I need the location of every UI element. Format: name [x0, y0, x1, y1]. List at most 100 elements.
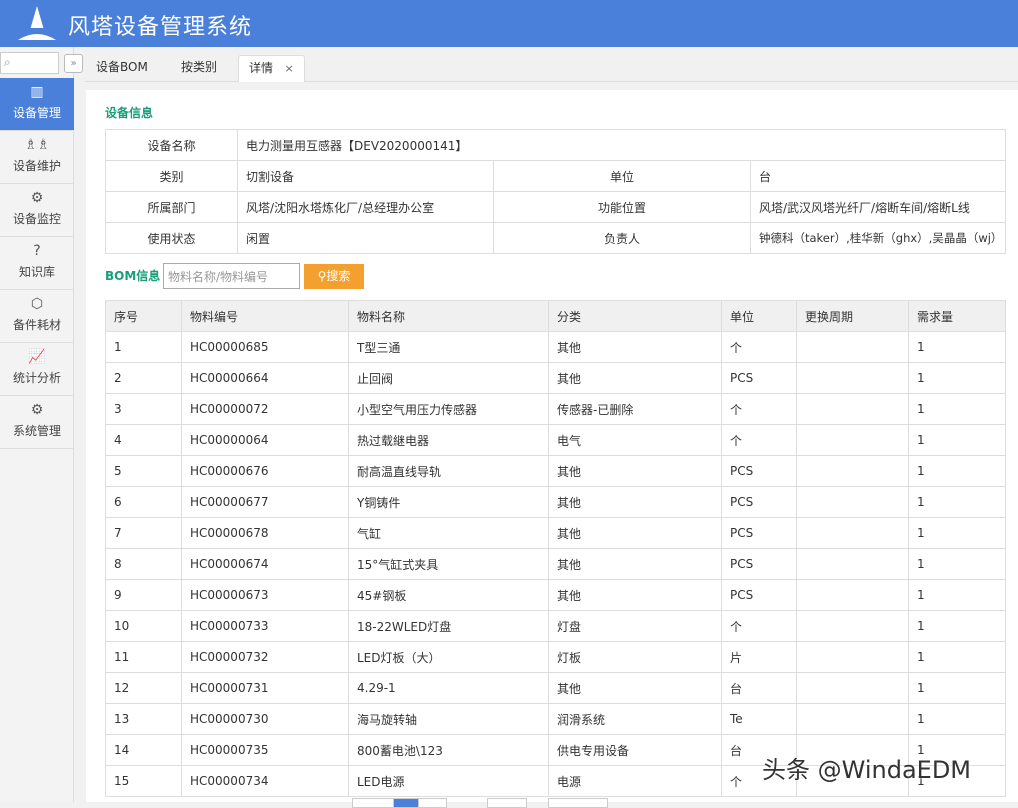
app-title: 风塔设备管理系统: [68, 9, 252, 41]
table-row[interactable]: 9HC0000067345#钢板其他PCS1: [106, 580, 1006, 611]
table-cell: 其他: [549, 549, 722, 580]
table-cell: HC00000064: [182, 425, 349, 456]
collapse-sidebar-button[interactable]: »: [64, 54, 83, 73]
table-cell: 润滑系统: [549, 704, 722, 735]
table-cell: 1: [909, 704, 1006, 735]
table-cell: 供电专用设备: [549, 735, 722, 766]
table-cell: 45#钢板: [349, 580, 549, 611]
table-cell: [797, 518, 909, 549]
table-cell: 灯盘: [549, 611, 722, 642]
table-row[interactable]: 7HC00000678气缸其他PCS1: [106, 518, 1006, 549]
close-icon[interactable]: ×: [284, 62, 293, 75]
sidebar-item-3[interactable]: ?知识库: [0, 237, 74, 290]
table-row[interactable]: 8HC0000067415°气缸式夹具其他PCS1: [106, 549, 1006, 580]
table-cell: [797, 704, 909, 735]
column-header[interactable]: 单位: [722, 301, 797, 332]
table-cell: [797, 394, 909, 425]
table-row[interactable]: 4HC00000064热过载継电器电气个1: [106, 425, 1006, 456]
table-cell: 气缸: [349, 518, 549, 549]
table-row[interactable]: 6HC00000677Y铜铸件其他PCS1: [106, 487, 1006, 518]
table-row[interactable]: 10HC0000073318-22WLED灯盘灯盘个1: [106, 611, 1006, 642]
sidebar-item-label: 备件耗材: [0, 316, 74, 333]
column-header[interactable]: 更换周期: [797, 301, 909, 332]
table-cell: PCS: [722, 456, 797, 487]
table-cell: 3: [106, 394, 182, 425]
sidebar-item-label: 设备监控: [0, 210, 74, 227]
bom-info-title: BOM信息: [105, 267, 160, 284]
column-header[interactable]: 序号: [106, 301, 182, 332]
table-cell: 15: [106, 766, 182, 797]
table-cell: HC00000733: [182, 611, 349, 642]
table-cell: 个: [722, 332, 797, 363]
bom-search-input[interactable]: 物料名称/物料编号: [163, 263, 300, 289]
table-row[interactable]: 12HC000007314.29-1其他台1: [106, 673, 1006, 704]
table-cell: 1: [909, 580, 1006, 611]
device-owner: 钟德科（taker）,桂华新（ghx）,吴晶晶（wj）: [751, 223, 1006, 254]
sidebar-item-2[interactable]: ⚙设备监控: [0, 184, 74, 237]
box-icon: ⬡: [0, 296, 74, 314]
table-row[interactable]: 1HC00000685T型三通其他个1: [106, 332, 1006, 363]
watermark: 头条 @WindaEDM: [762, 750, 971, 785]
table-cell: 1: [909, 332, 1006, 363]
column-header[interactable]: 需求量: [909, 301, 1006, 332]
tab-details[interactable]: 详情 ×: [238, 55, 305, 82]
table-cell: 1: [909, 456, 1006, 487]
sidebar-item-0[interactable]: ▥ 设备管理: [0, 78, 74, 131]
tab-device-bom[interactable]: 设备BOM: [96, 55, 148, 82]
sidebar-search-input[interactable]: ⌕: [0, 52, 59, 74]
sidebar-item-label: 设备维护: [0, 157, 74, 174]
table-cell: 4: [106, 425, 182, 456]
table-cell: 其他: [549, 673, 722, 704]
table-cell: 其他: [549, 332, 722, 363]
table-cell: 800蓄电池\123: [349, 735, 549, 766]
table-cell: 1: [909, 673, 1006, 704]
label: 功能位置: [494, 192, 751, 223]
table-cell: [797, 580, 909, 611]
search-button[interactable]: ⚲搜索: [304, 264, 364, 289]
table-cell: 止回阀: [349, 363, 549, 394]
table-cell: 1: [909, 518, 1006, 549]
sidebar-item-label: 系统管理: [0, 422, 74, 439]
table-cell: 11: [106, 642, 182, 673]
book-icon: ▥: [0, 84, 74, 102]
table-cell: LED灯板（大）: [349, 642, 549, 673]
chart-icon: 📈: [0, 349, 74, 367]
sidebar-item-1[interactable]: ♗♗设备维护: [0, 131, 74, 184]
column-header[interactable]: 分类: [549, 301, 722, 332]
page-jump[interactable]: [548, 798, 608, 808]
table-row[interactable]: 11HC00000732LED灯板（大）灯板片1: [106, 642, 1006, 673]
search-button-label: 搜索: [326, 269, 350, 283]
table-cell: [797, 456, 909, 487]
page-current[interactable]: [393, 798, 419, 808]
table-cell: HC00000677: [182, 487, 349, 518]
table-cell: PCS: [722, 518, 797, 549]
table-cell: PCS: [722, 487, 797, 518]
device-info-title: 设备信息: [105, 104, 153, 121]
table-cell: HC00000685: [182, 332, 349, 363]
device-location: 风塔/武汉风塔光纤厂/熔断车间/熔断L线: [751, 192, 1006, 223]
table-cell: [797, 642, 909, 673]
table-row[interactable]: 3HC00000072小型空气用压力传感器传感器-已删除个1: [106, 394, 1006, 425]
table-cell: Y铜铸件: [349, 487, 549, 518]
table-cell: HC00000676: [182, 456, 349, 487]
table-row[interactable]: 2HC00000664止回阀其他PCS1: [106, 363, 1006, 394]
table-row[interactable]: 13HC00000730海马旋转轴润滑系统Te1: [106, 704, 1006, 735]
sidebar-item-4[interactable]: ⬡ 备件耗材: [0, 290, 74, 343]
table-cell: HC00000735: [182, 735, 349, 766]
table-cell: 1: [909, 363, 1006, 394]
device-info-table: 设备名称电力测量用互感器【DEV2020000141】 类别切割设备单位台 所属…: [105, 129, 1006, 254]
table-cell: 1: [106, 332, 182, 363]
table-row[interactable]: 5HC00000676耐高温直线导轨其他PCS1: [106, 456, 1006, 487]
sidebar-item-label: 知识库: [0, 263, 74, 280]
sidebar-item-5[interactable]: 📈统计分析: [0, 343, 74, 396]
table-cell: HC00000664: [182, 363, 349, 394]
column-header[interactable]: 物料名称: [349, 301, 549, 332]
device-category: 切割设备: [238, 161, 494, 192]
sidebar-item-6[interactable]: ⚙系统管理: [0, 396, 74, 449]
sidebar-item-label: 设备管理: [0, 104, 74, 121]
tab-by-category[interactable]: 按类别: [181, 55, 217, 82]
page-size-select[interactable]: [487, 798, 527, 808]
label: 设备名称: [106, 130, 238, 161]
table-cell: 1: [909, 425, 1006, 456]
column-header[interactable]: 物料编号: [182, 301, 349, 332]
